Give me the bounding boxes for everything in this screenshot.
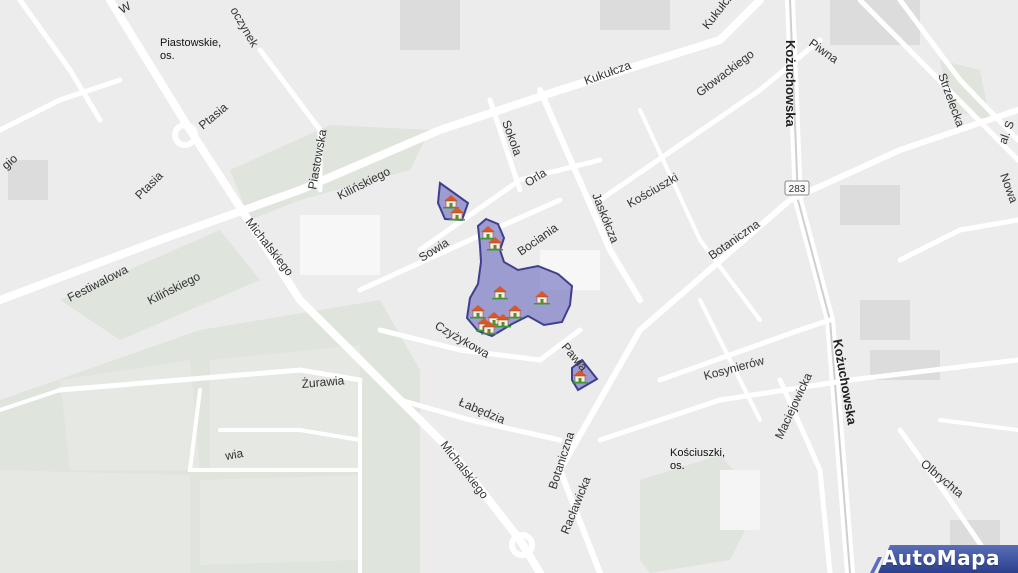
map-layer: 283 Kożuchowska Kożuchowska Piwna Strzel… <box>0 0 1018 573</box>
street-orla: Orla <box>522 165 549 189</box>
street-kozuchowska-top: Kożuchowska <box>783 40 798 127</box>
district-name: Piastowskie, <box>160 37 222 49</box>
street-glowackiego: Głowackiego <box>693 47 757 100</box>
district-label-piastowskie: Piastowskie, os. <box>160 37 221 63</box>
street-olbrychta: Olbrychta <box>918 457 967 501</box>
road-badge-label: 283 <box>789 184 806 195</box>
brand-name: AutoMapa <box>881 546 1000 570</box>
district-label-kosciuszki: Kościuszki, os. <box>670 447 725 473</box>
map-canvas[interactable]: 283 Kożuchowska Kożuchowska Piwna Strzel… <box>0 0 1018 573</box>
street-michalskiego-b: Michalskiego <box>438 438 492 502</box>
street-ptasia-a: Ptasia <box>196 100 231 132</box>
street-kukulcza-b: Kukułcza <box>582 58 633 88</box>
road-number-badge: 283 <box>784 180 810 196</box>
district-name: Kościuszki, <box>670 447 726 459</box>
street-oczynek: oczynek <box>227 5 262 51</box>
street-botaniczna-a: Botaniczna <box>706 217 763 263</box>
street-nowa: Nowa <box>997 171 1018 205</box>
district-suffix: os. <box>670 460 685 472</box>
street-kosynierow: Kosynierów <box>702 353 766 383</box>
automapa-logo[interactable]: AutoMapa <box>868 543 1018 573</box>
street-ptasia-b: Ptasia <box>132 168 166 202</box>
district-suffix: os. <box>160 50 175 62</box>
